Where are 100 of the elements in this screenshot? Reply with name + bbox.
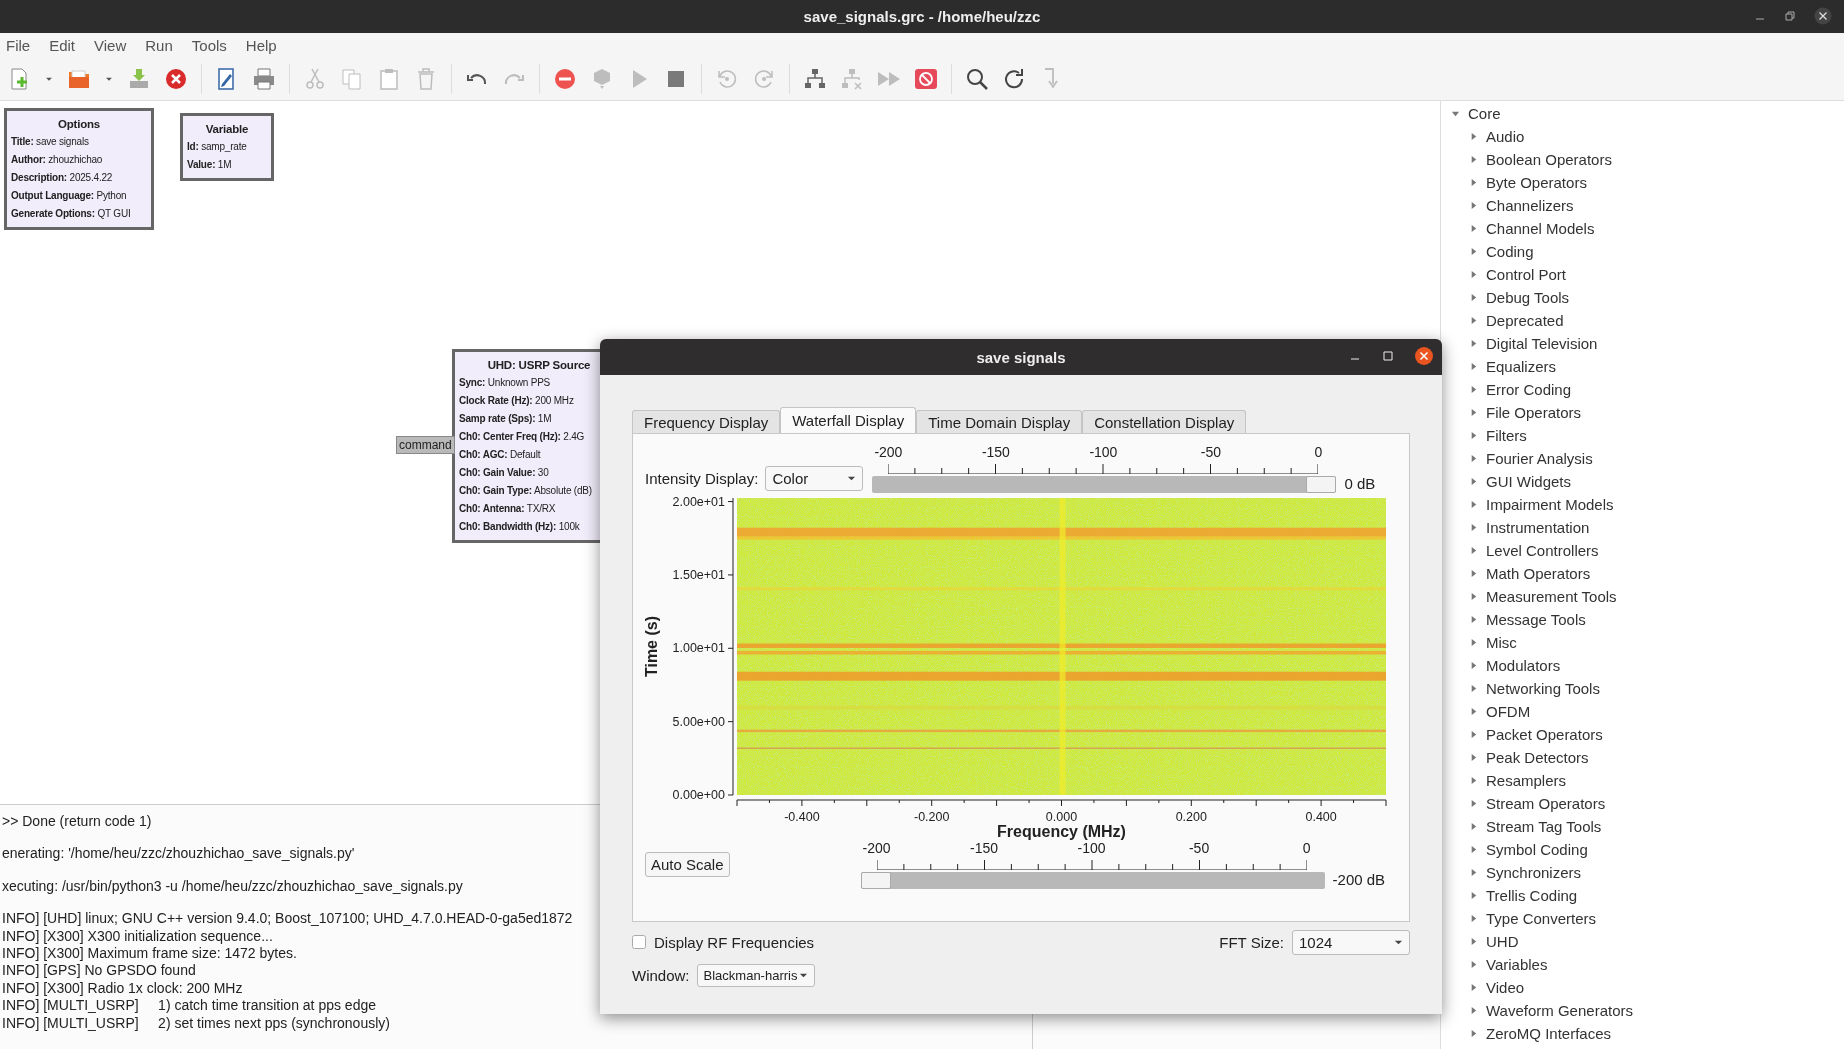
level-slider[interactable] — [860, 872, 1325, 889]
collapsed-arrow-icon[interactable] — [1469, 224, 1478, 233]
collapsed-arrow-icon[interactable] — [1469, 247, 1478, 256]
tab[interactable]: Time Domain Display — [916, 410, 1083, 433]
auto-scale-button[interactable]: Auto Scale — [645, 852, 730, 877]
collapsed-arrow-icon[interactable] — [1469, 937, 1478, 946]
tree-item[interactable]: Debug Tools — [1486, 289, 1570, 306]
tree-item[interactable]: OFDM — [1486, 703, 1531, 720]
tree-item[interactable]: Modulators — [1486, 657, 1561, 674]
collapsed-arrow-icon[interactable] — [1469, 477, 1478, 486]
tree-item[interactable]: Byte Operators — [1486, 174, 1587, 191]
tree-item[interactable]: Waveform Generators — [1486, 1002, 1633, 1019]
menu-item[interactable]: File — [6, 36, 31, 54]
tree-item[interactable]: Filters — [1486, 427, 1527, 444]
collapsed-arrow-icon[interactable] — [1469, 569, 1478, 578]
level-slider[interactable] — [872, 476, 1337, 493]
collapsed-arrow-icon[interactable] — [1469, 201, 1478, 210]
tree-item[interactable]: Channelizers — [1486, 197, 1574, 214]
menu-item[interactable]: Tools — [191, 36, 227, 54]
tree-item[interactable]: Type Converters — [1486, 910, 1597, 927]
collapsed-arrow-icon[interactable] — [1469, 362, 1478, 371]
hierarchy-icon[interactable] — [803, 66, 827, 91]
tree-item[interactable]: Fourier Analysis — [1486, 450, 1593, 467]
collapsed-arrow-icon[interactable] — [1469, 868, 1478, 877]
tab[interactable]: Frequency Display — [632, 410, 781, 433]
tree-item[interactable]: Audio — [1486, 128, 1525, 145]
collapsed-arrow-icon[interactable] — [1469, 983, 1478, 992]
tree-item[interactable]: Symbol Coding — [1486, 841, 1588, 858]
block-card[interactable]: Variable Id: samp_rate Value: 1M — [180, 113, 274, 181]
tree-item[interactable]: Deprecated — [1486, 312, 1564, 329]
collapsed-arrow-icon[interactable] — [1469, 178, 1478, 187]
search-icon[interactable] — [965, 66, 989, 91]
intensity-dropdown[interactable]: Color — [765, 466, 864, 491]
tree-item[interactable]: Trellis Coding — [1486, 887, 1578, 904]
fft-size-dropdown[interactable]: 1024 — [1292, 929, 1410, 955]
collapsed-arrow-icon[interactable] — [1469, 638, 1478, 647]
tree-item[interactable]: Digital Television — [1486, 335, 1598, 352]
collapsed-arrow-icon[interactable] — [1469, 684, 1478, 693]
collapsed-arrow-icon[interactable] — [1469, 546, 1478, 555]
reload-icon[interactable] — [1002, 66, 1026, 91]
collapsed-arrow-icon[interactable] — [1469, 822, 1478, 831]
tree-item[interactable]: Measurement Tools — [1486, 588, 1617, 605]
tree-item[interactable]: Instrumentation — [1486, 519, 1590, 536]
tree-item[interactable]: Packet Operators — [1486, 726, 1603, 743]
collapsed-arrow-icon[interactable] — [1469, 845, 1478, 854]
menu-item[interactable]: Edit — [49, 36, 76, 54]
collapsed-arrow-icon[interactable] — [1469, 914, 1478, 923]
tree-item[interactable]: File Operators — [1486, 404, 1582, 421]
tree-item[interactable]: Variables — [1486, 956, 1548, 973]
slider-thumb[interactable] — [1306, 476, 1337, 493]
tree-item[interactable]: Misc — [1486, 634, 1517, 651]
minus-circle-icon[interactable] — [553, 66, 577, 91]
slider-thumb[interactable] — [860, 872, 891, 889]
collapsed-arrow-icon[interactable] — [1469, 615, 1478, 624]
port-label[interactable]: command — [396, 436, 455, 454]
tree-item[interactable]: Equalizers — [1486, 358, 1557, 375]
collapsed-arrow-icon[interactable] — [1469, 1006, 1478, 1015]
collapsed-arrow-icon[interactable] — [1469, 523, 1478, 532]
tree-item[interactable]: Coding — [1486, 243, 1534, 260]
tree-item[interactable]: Resamplers — [1486, 772, 1567, 789]
collapsed-arrow-icon[interactable] — [1469, 799, 1478, 808]
collapsed-arrow-icon[interactable] — [1469, 1029, 1478, 1038]
tree-item[interactable]: Stream Operators — [1486, 795, 1606, 812]
collapsed-arrow-icon[interactable] — [1469, 270, 1478, 279]
collapsed-arrow-icon[interactable] — [1469, 408, 1478, 417]
tree-item[interactable]: Video — [1486, 979, 1525, 996]
tree-item[interactable]: Channel Models — [1486, 220, 1595, 237]
tree-item[interactable]: GUI Widgets — [1486, 473, 1572, 490]
tree-item[interactable]: Stream Tag Tools — [1486, 818, 1602, 835]
collapsed-arrow-icon[interactable] — [1469, 316, 1478, 325]
tree-item[interactable]: Control Port — [1486, 266, 1567, 283]
expanded-arrow-icon[interactable] — [1451, 109, 1460, 118]
tab[interactable]: Waterfall Display — [780, 407, 917, 433]
collapsed-arrow-icon[interactable] — [1469, 891, 1478, 900]
collapsed-arrow-icon[interactable] — [1469, 707, 1478, 716]
tree-item[interactable]: Peak Detectors — [1486, 749, 1589, 766]
menu-item[interactable]: Run — [145, 36, 173, 54]
window-dropdown[interactable]: Blackman-harris — [696, 963, 815, 987]
tree-item[interactable]: Message Tools — [1486, 611, 1586, 628]
collapsed-arrow-icon[interactable] — [1469, 339, 1478, 348]
menu-item[interactable]: View — [94, 36, 127, 54]
tree-item[interactable]: Level Controllers — [1486, 542, 1599, 559]
checkbox[interactable] — [632, 935, 646, 949]
collapsed-arrow-icon[interactable] — [1469, 753, 1478, 762]
tree-item[interactable]: Boolean Operators — [1486, 151, 1612, 168]
collapsed-arrow-icon[interactable] — [1469, 132, 1478, 141]
menu-item[interactable]: Help — [245, 36, 277, 54]
collapsed-arrow-icon[interactable] — [1469, 155, 1478, 164]
tree-item[interactable]: Synchronizers — [1486, 864, 1582, 881]
collapsed-arrow-icon[interactable] — [1469, 500, 1478, 509]
tree-item[interactable]: Networking Tools — [1486, 680, 1600, 697]
tree-item[interactable]: Error Coding — [1486, 381, 1572, 398]
collapsed-arrow-icon[interactable] — [1469, 385, 1478, 394]
tree-item[interactable]: Impairment Models — [1486, 496, 1614, 513]
tree-item[interactable]: Core — [1468, 105, 1501, 122]
collapsed-arrow-icon[interactable] — [1469, 730, 1478, 739]
tree-item[interactable]: ZeroMQ Interfaces — [1486, 1025, 1612, 1042]
collapsed-arrow-icon[interactable] — [1469, 293, 1478, 302]
collapsed-arrow-icon[interactable] — [1469, 960, 1478, 969]
collapsed-arrow-icon[interactable] — [1469, 661, 1478, 670]
